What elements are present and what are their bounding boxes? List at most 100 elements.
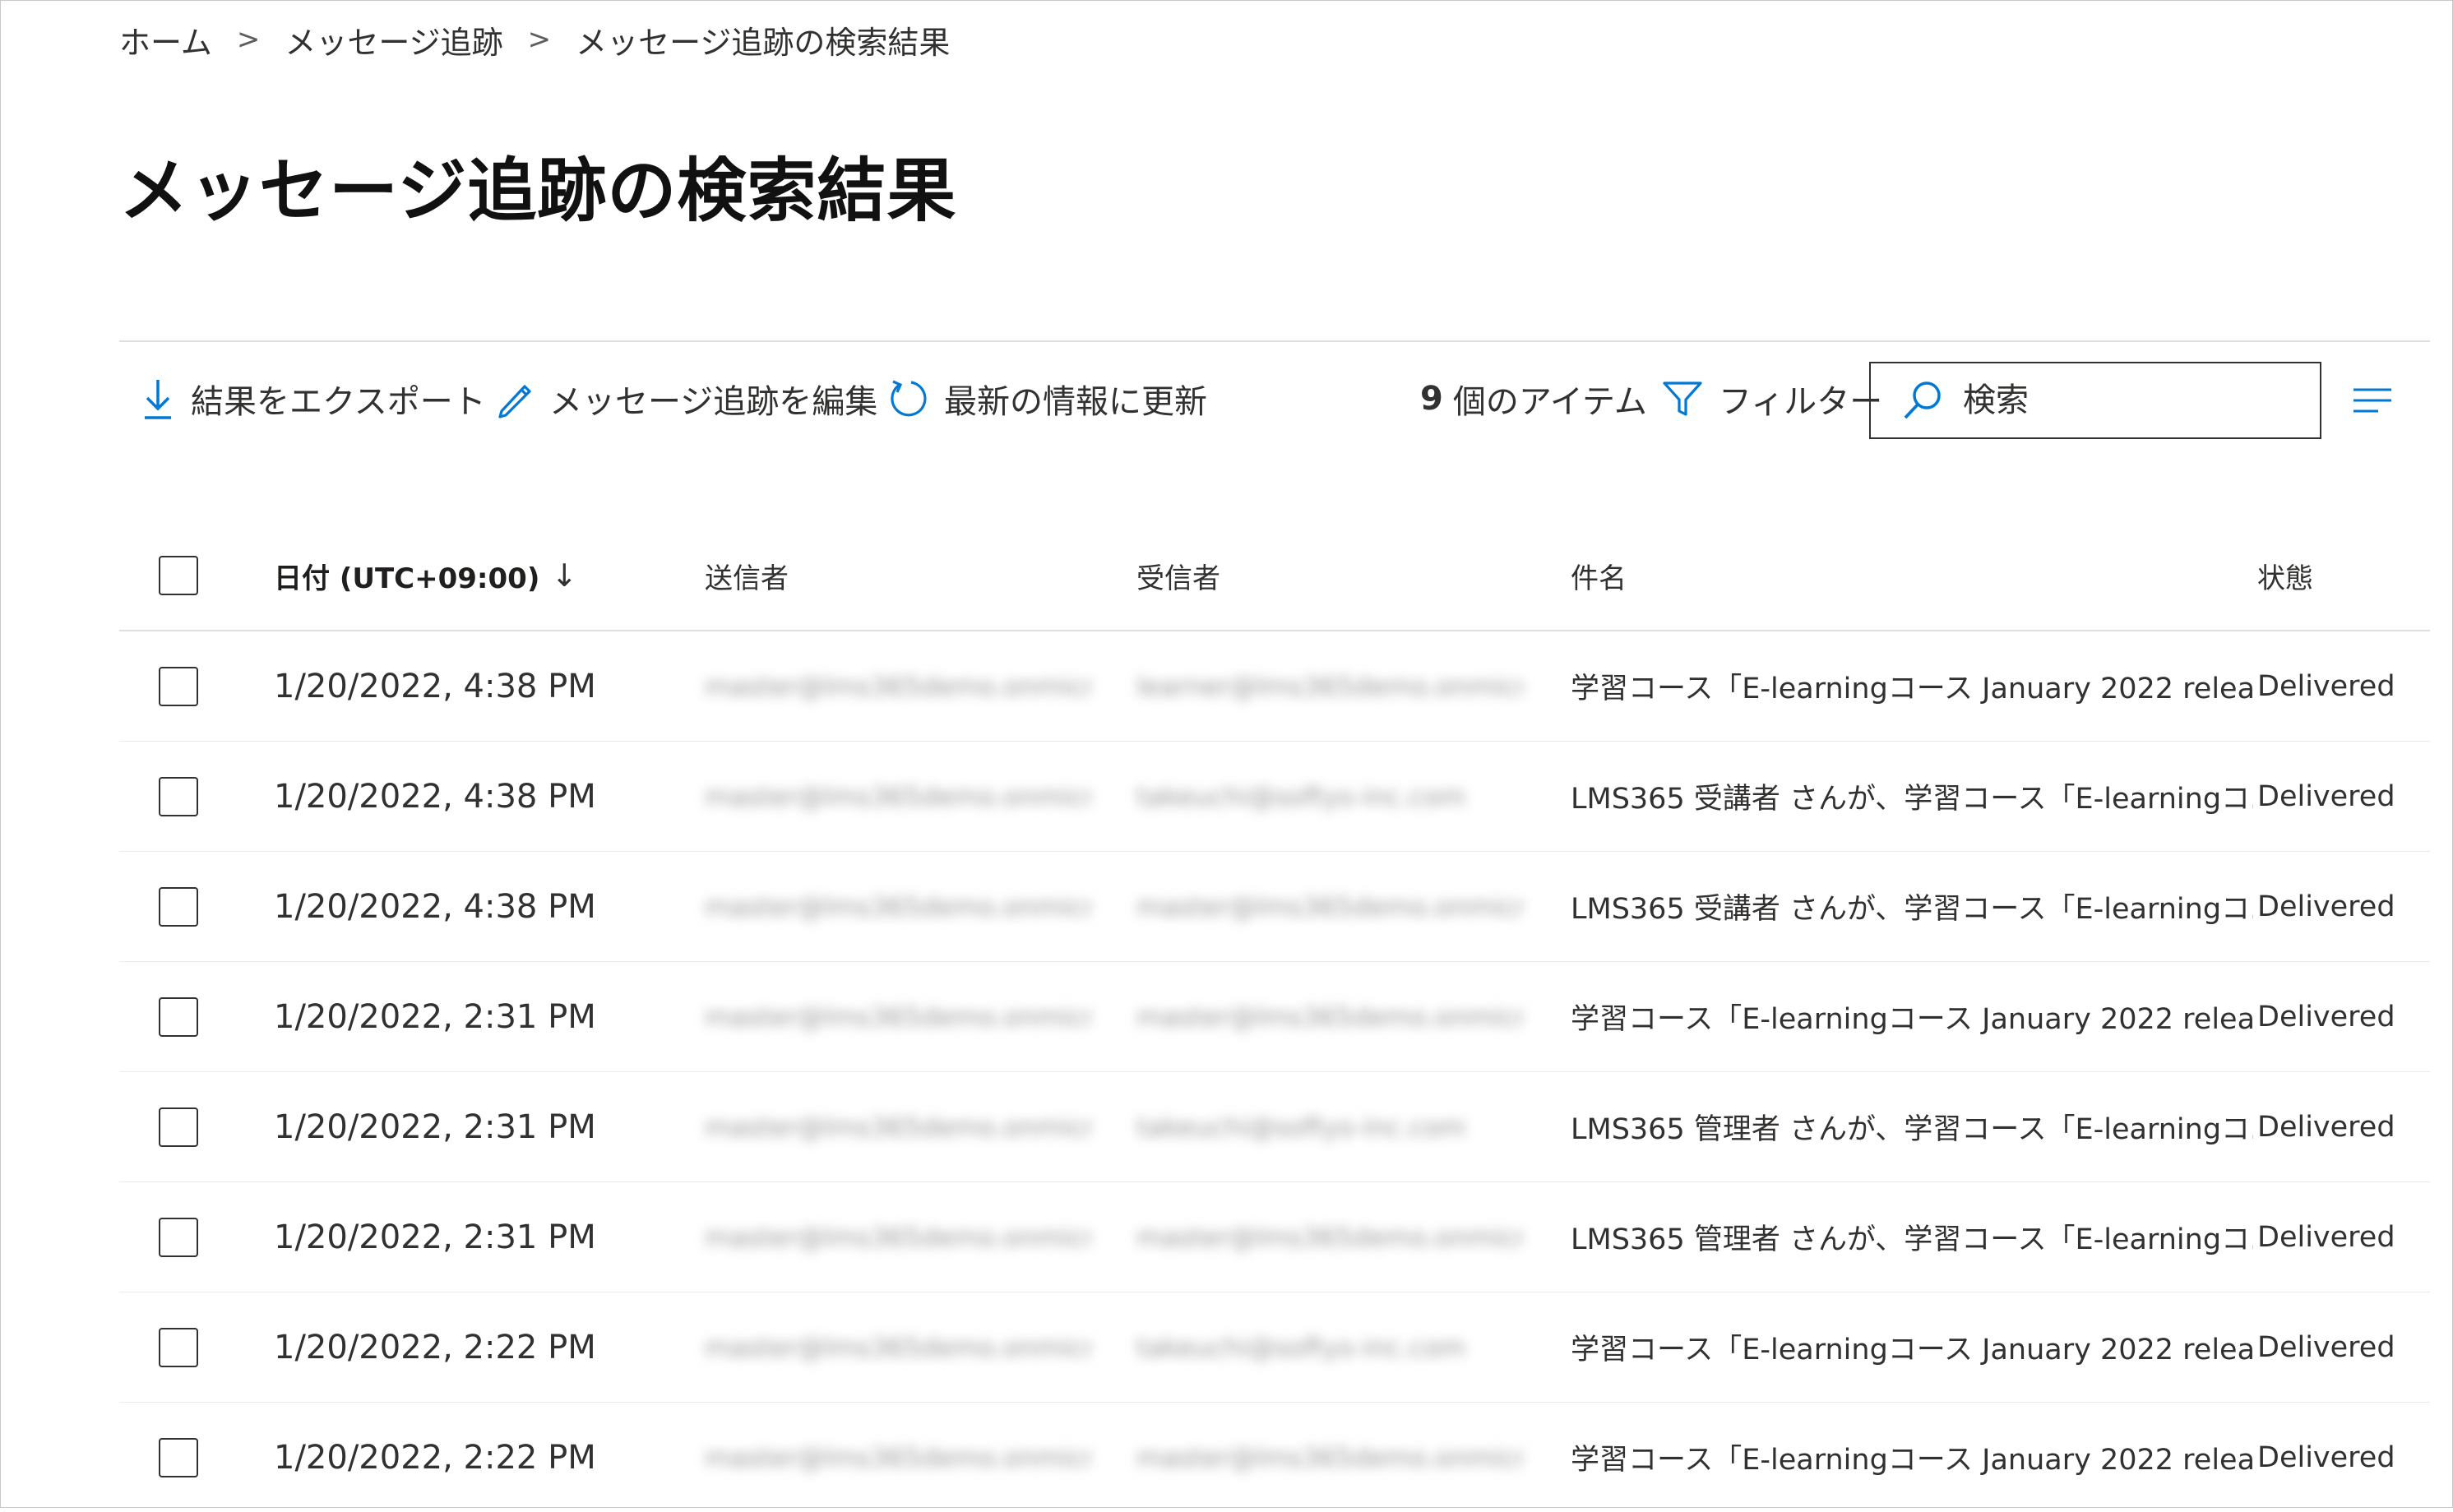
header-divider — [119, 340, 2430, 342]
row-sender: master@lms365demo.onmicro... — [705, 780, 1091, 812]
row-status: Delivered — [2257, 1000, 2395, 1033]
row-status: Delivered — [2257, 1110, 2395, 1144]
table-body: 1/20/2022, 4:38 PM master@lms365demo.onm… — [119, 631, 2430, 1512]
row-subject: LMS365 受講者 さんが、学習コース「E-learningコ... — [1571, 893, 2253, 926]
breadcrumb-message-trace[interactable]: メッセージ追跡 — [285, 17, 502, 62]
sort-descending-icon: ↓ — [551, 557, 578, 594]
column-header-date[interactable]: 日付 (UTC+09:00) ↓ — [274, 521, 685, 630]
row-checkbox[interactable] — [159, 776, 198, 816]
row-recipient: takeuchi@softys-inc.com — [1136, 1331, 1466, 1363]
table-header: 日付 (UTC+09:00) ↓ 送信者 受信者 件名 状態 — [119, 521, 2430, 631]
table-row[interactable]: 1/20/2022, 4:38 PM master@lms365demo.onm… — [119, 851, 2430, 961]
page-title: メッセージ追跡の検索結果 — [119, 150, 957, 231]
row-date: 1/20/2022, 2:22 PM — [274, 1438, 596, 1477]
row-date: 1/20/2022, 4:38 PM — [274, 667, 596, 705]
column-header-subject[interactable]: 件名 — [1571, 521, 2253, 630]
row-sender: master@lms365demo.onmicro... — [705, 890, 1091, 922]
row-checkbox[interactable] — [159, 1217, 198, 1257]
breadcrumb-separator: > — [236, 23, 261, 56]
column-header-sender[interactable]: 送信者 — [705, 521, 1091, 630]
table-row[interactable]: 1/20/2022, 2:31 PM master@lms365demo.onm… — [119, 1071, 2430, 1181]
table-row[interactable]: 1/20/2022, 4:38 PM master@lms365demo.onm… — [119, 631, 2430, 741]
row-status: Delivered — [2257, 1440, 2395, 1474]
search-box[interactable] — [1869, 362, 2321, 439]
column-options-icon[interactable] — [2352, 380, 2393, 421]
row-checkbox[interactable] — [159, 666, 198, 706]
breadcrumb-home[interactable]: ホーム — [119, 17, 212, 62]
row-sender: master@lms365demo.onmicro... — [705, 1001, 1091, 1033]
breadcrumb-separator: > — [527, 23, 552, 56]
row-select-cell — [159, 742, 208, 851]
row-recipient: master@lms365demo.onmicro... — [1136, 890, 1523, 922]
row-recipient: takeuchi@softys-inc.com — [1136, 1111, 1466, 1143]
row-checkbox[interactable] — [159, 1107, 198, 1147]
item-count-label: 個のアイテム — [1452, 383, 1647, 421]
row-checkbox[interactable] — [159, 1327, 198, 1367]
row-select-cell — [159, 962, 208, 1071]
row-checkbox[interactable] — [159, 886, 198, 927]
row-date: 1/20/2022, 2:31 PM — [274, 1218, 596, 1256]
row-sender: master@lms365demo.onmicro... — [705, 1111, 1091, 1143]
row-select-cell — [159, 1292, 208, 1402]
column-header-status[interactable]: 状態 — [2257, 521, 2422, 630]
row-select-cell — [159, 1182, 208, 1292]
row-subject: 学習コース「E-learningコース January 2022 releas.… — [1571, 1334, 2253, 1366]
row-status: Delivered — [2257, 779, 2395, 813]
table-row[interactable]: 1/20/2022, 2:31 PM master@lms365demo.onm… — [119, 961, 2430, 1071]
table-row[interactable]: 1/20/2022, 2:22 PM master@lms365demo.onm… — [119, 1402, 2430, 1512]
row-recipient: master@lms365demo.onmicro... — [1136, 1001, 1523, 1033]
breadcrumb-current: メッセージ追跡の検索結果 — [576, 24, 951, 61]
column-header-date-label: 日付 (UTC+09:00) — [274, 562, 540, 595]
table-row[interactable]: 1/20/2022, 2:22 PM master@lms365demo.onm… — [119, 1292, 2430, 1402]
row-recipient: master@lms365demo.onmicro... — [1136, 1221, 1523, 1253]
filter-icon — [1663, 381, 1702, 416]
row-subject: 学習コース「E-learningコース January 2022 releas.… — [1571, 673, 2253, 705]
row-select-cell — [159, 631, 208, 741]
search-icon — [1904, 381, 1941, 419]
column-header-recipient[interactable]: 受信者 — [1136, 521, 1523, 630]
row-checkbox[interactable] — [159, 1437, 198, 1477]
row-subject: 学習コース「E-learningコース January 2022 releas.… — [1571, 1444, 2253, 1477]
row-status: Delivered — [2257, 1330, 2395, 1364]
row-select-cell — [159, 852, 208, 961]
export-results-label: 結果をエクスポート — [191, 383, 486, 421]
command-bar: 結果をエクスポート メッセージ追跡を編集 最新の情報に更新 9 個のアイテム フ… — [140, 362, 2426, 439]
row-date: 1/20/2022, 2:31 PM — [274, 997, 596, 1036]
edit-message-trace-button[interactable]: メッセージ追跡を編集 — [495, 362, 877, 436]
row-subject: LMS365 管理者 さんが、学習コース「E-learningコ... — [1571, 1223, 2253, 1256]
row-recipient: takeuchi@softys-inc.com — [1136, 780, 1466, 812]
table-row[interactable]: 1/20/2022, 4:38 PM master@lms365demo.onm… — [119, 741, 2430, 851]
row-select-cell — [159, 1403, 208, 1512]
results-table: 日付 (UTC+09:00) ↓ 送信者 受信者 件名 状態 1/20/2022… — [119, 521, 2430, 1512]
export-results-button[interactable]: 結果をエクスポート — [140, 362, 486, 436]
row-sender: master@lms365demo.onmicro... — [705, 1331, 1091, 1363]
refresh-icon — [891, 380, 927, 417]
row-sender: master@lms365demo.onmicro... — [705, 1221, 1091, 1253]
row-date: 1/20/2022, 2:22 PM — [274, 1328, 596, 1366]
table-row[interactable]: 1/20/2022, 2:31 PM master@lms365demo.onm… — [119, 1181, 2430, 1292]
row-status: Delivered — [2257, 890, 2395, 923]
row-subject: LMS365 管理者 さんが、学習コース「E-learningコ... — [1571, 1113, 2253, 1146]
edit-message-trace-label: メッセージ追跡を編集 — [549, 383, 878, 421]
row-recipient: master@lms365demo.onmicro... — [1136, 1441, 1523, 1473]
search-input[interactable] — [1961, 381, 2310, 420]
row-status: Delivered — [2257, 1220, 2395, 1254]
row-checkbox[interactable] — [159, 996, 198, 1037]
breadcrumb: ホーム > メッセージ追跡 > メッセージ追跡の検索結果 — [119, 15, 950, 64]
filter-label: フィルター — [1719, 383, 1883, 421]
row-recipient: learner@lms365demo.onmicro... — [1136, 670, 1523, 702]
select-all-cell — [159, 521, 208, 630]
refresh-button[interactable]: 最新の情報に更新 — [886, 362, 1207, 436]
row-status: Delivered — [2257, 669, 2395, 703]
item-count: 9 個のアイテム — [1420, 362, 1647, 436]
select-all-checkbox[interactable] — [159, 556, 198, 595]
row-date: 1/20/2022, 4:38 PM — [274, 887, 596, 926]
row-select-cell — [159, 1072, 208, 1181]
pencil-icon — [498, 385, 531, 418]
row-subject: LMS365 受講者 さんが、学習コース「E-learningコ... — [1571, 783, 2253, 816]
item-count-number: 9 — [1420, 380, 1443, 418]
row-sender: master@lms365demo.onmicro... — [705, 670, 1091, 702]
row-sender: master@lms365demo.onmicro... — [705, 1441, 1091, 1473]
filter-button[interactable]: フィルター — [1661, 362, 1882, 436]
row-date: 1/20/2022, 2:31 PM — [274, 1107, 596, 1146]
